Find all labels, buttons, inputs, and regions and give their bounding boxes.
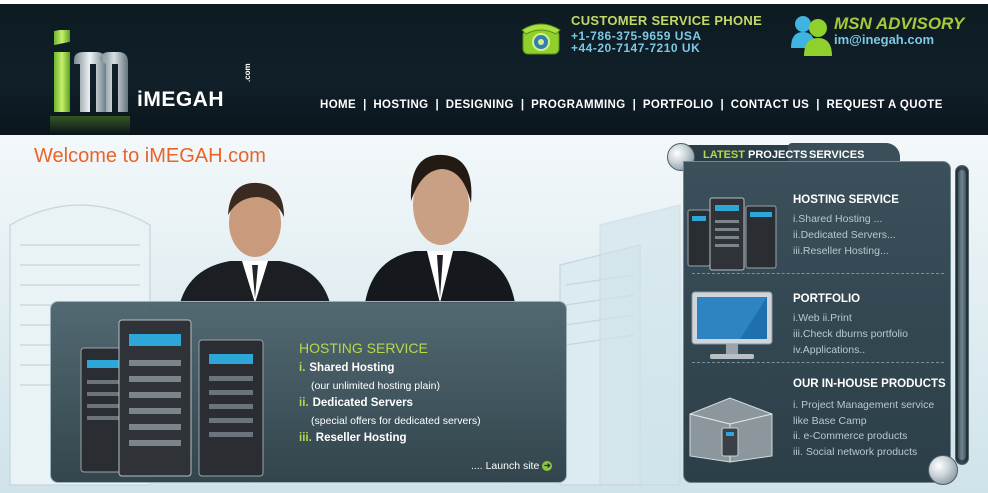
businessman-left-image	[180, 182, 330, 303]
logo-suffix: .com	[243, 63, 252, 82]
logo-icon[interactable]	[50, 30, 130, 114]
site-header: iMEGAH .com CUSTOMER SERVICE PHONE +1-78…	[0, 0, 988, 135]
hosting-item-sub: (our unlimited hosting plain)	[311, 380, 440, 392]
logo-reflection	[50, 116, 130, 134]
hosting-item-shared[interactable]: i. Shared Hosting	[299, 362, 394, 374]
section-line[interactable]: iii.Check dburns portfolio	[793, 328, 908, 340]
main-nav: HOME | HOSTING | DESIGNING | PROGRAMMING…	[320, 99, 943, 111]
monitor-icon	[691, 291, 773, 359]
hosting-item-dedicated[interactable]: ii. Dedicated Servers	[299, 397, 413, 409]
server-icon	[687, 197, 777, 271]
section-line[interactable]: i.Web ii.Print	[793, 312, 852, 324]
nav-separator: |	[435, 99, 439, 111]
item-number: ii.	[299, 397, 309, 409]
section-line[interactable]: ii. e-Commerce products	[793, 430, 907, 442]
item-label: Reseller Hosting	[315, 432, 407, 444]
section-line[interactable]: iv.Applications..	[793, 344, 865, 356]
section-title-portfolio[interactable]: PORTFOLIO	[793, 293, 860, 305]
nav-separator: |	[520, 99, 525, 111]
item-number: iii.	[299, 432, 312, 444]
customer-service-phone: CUSTOMER SERVICE PHONE +1-786-375-9659 U…	[520, 12, 763, 82]
msn-title: MSN ADVISORY	[834, 14, 965, 33]
hero-section: Welcome to iMEGAH.com HOSTING SERVICE i.…	[0, 135, 988, 493]
nav-programming[interactable]: PROGRAMMING	[531, 99, 625, 111]
phone-icon	[521, 23, 561, 55]
tab-services-label: SERVICES	[809, 149, 865, 161]
phone-number-uk[interactable]: +44-20-7147-7210 UK	[571, 41, 700, 55]
msn-advisory: MSN ADVISORY im@inegah.com	[788, 10, 978, 80]
section-title-products[interactable]: OUR IN-HOUSE PRODUCTS	[793, 378, 946, 390]
hosting-service-panel: HOSTING SERVICE i. Shared Hosting (our un…	[50, 301, 567, 483]
phone-title: CUSTOMER SERVICE PHONE	[571, 13, 763, 28]
launch-label: .... Launch site	[471, 460, 540, 472]
nav-contact-us[interactable]: CONTACT US	[731, 99, 810, 111]
product-box-icon	[689, 397, 773, 463]
section-line[interactable]: iii. Social network products	[793, 446, 917, 458]
nav-request-quote[interactable]: REQUEST A QUOTE	[826, 99, 942, 111]
tab-latest-label: LATEST PROJECTS	[703, 149, 807, 161]
nav-hosting[interactable]: HOSTING	[373, 99, 428, 111]
tab-latest-highlight: LATEST	[703, 149, 745, 161]
section-line[interactable]: like Base Camp	[793, 415, 867, 427]
top-border	[0, 0, 988, 4]
launch-site-link[interactable]: .... Launch site ➜	[471, 460, 553, 472]
section-divider	[692, 273, 944, 274]
nav-separator: |	[363, 99, 367, 111]
hosting-item-reseller[interactable]: iii. Reseller Hosting	[299, 432, 407, 444]
section-divider	[692, 362, 944, 363]
server-icon	[80, 319, 264, 477]
arrow-right-icon: ➜	[542, 461, 553, 472]
hosting-item-sub: (special offers for dedicated servers)	[311, 415, 481, 427]
msn-buddy-icon	[791, 16, 832, 56]
nav-portfolio[interactable]: PORTFOLIO	[643, 99, 714, 111]
latest-projects-panel: HOSTING SERVICE i.Shared Hosting ... ii.…	[683, 161, 951, 483]
section-line[interactable]: ii.Dedicated Servers...	[793, 229, 896, 241]
nav-home[interactable]: HOME	[320, 99, 356, 111]
nav-separator: |	[816, 99, 820, 111]
section-line[interactable]: iii.Reseller Hosting...	[793, 245, 889, 257]
item-number: i.	[299, 362, 306, 374]
nav-separator: |	[632, 99, 636, 111]
item-label: Shared Hosting	[309, 362, 395, 374]
item-label: Dedicated Servers	[312, 397, 413, 409]
nav-designing[interactable]: DESIGNING	[446, 99, 514, 111]
welcome-heading: Welcome to iMEGAH.com	[34, 145, 266, 167]
businessman-right-image	[365, 154, 515, 303]
hosting-title: HOSTING SERVICE	[299, 340, 428, 356]
tab-latest-rest: PROJECTS	[744, 149, 808, 161]
nav-separator: |	[720, 99, 724, 111]
section-line[interactable]: i.Shared Hosting ...	[793, 213, 882, 225]
scrollbar-thumb[interactable]	[958, 170, 966, 460]
section-title-hosting[interactable]: HOSTING SERVICE	[793, 194, 899, 206]
section-line[interactable]: i. Project Management service	[793, 399, 934, 411]
projects-scrollbar[interactable]	[955, 165, 969, 465]
msn-email[interactable]: im@inegah.com	[834, 32, 934, 47]
scroll-knob-icon[interactable]	[928, 455, 958, 485]
logo-text[interactable]: iMEGAH	[137, 88, 224, 112]
